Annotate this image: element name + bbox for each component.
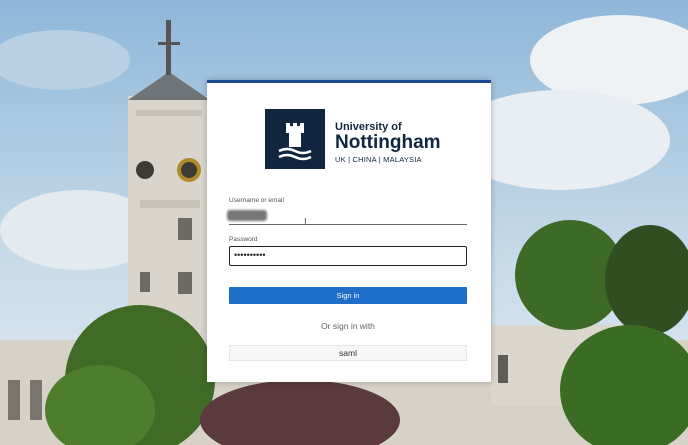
password-input[interactable]: •••••••••• xyxy=(229,246,467,266)
university-logo: University of Nottingham UK | CHINA | MA… xyxy=(265,109,441,171)
sign-in-button[interactable]: Sign in xyxy=(229,287,467,304)
login-card: University of Nottingham UK | CHINA | MA… xyxy=(207,80,491,382)
university-name-line2: Nottingham xyxy=(335,132,441,153)
university-name: University of Nottingham UK | CHINA | MA… xyxy=(335,121,441,165)
text-cursor-icon: I xyxy=(304,217,307,228)
username-redacted-value xyxy=(227,210,267,221)
or-sign-in-with-text: Or sign in with xyxy=(321,321,375,331)
username-label: Username or email xyxy=(229,197,284,204)
university-campuses: UK | CHINA | MALAYSIA xyxy=(335,155,422,164)
university-crest-icon xyxy=(265,109,325,169)
saml-button[interactable]: saml xyxy=(229,345,467,361)
password-label: Password xyxy=(229,236,258,243)
